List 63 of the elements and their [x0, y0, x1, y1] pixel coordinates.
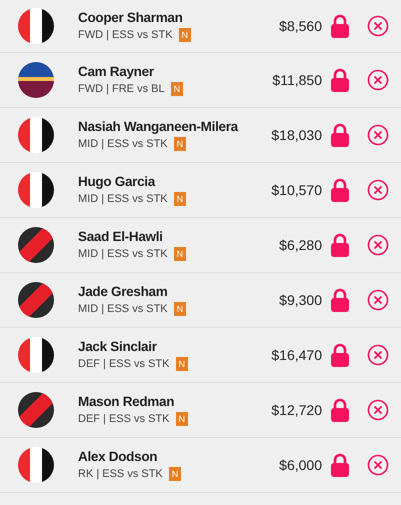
remove-button[interactable] — [367, 179, 389, 201]
guernsey-icon — [18, 282, 54, 318]
remove-button[interactable] — [367, 399, 389, 421]
player-position-fixture: MID | ESS vs STK — [78, 303, 168, 315]
status-badge: N — [174, 247, 186, 261]
player-price: $18,030 — [271, 127, 322, 143]
status-badge: N — [176, 357, 188, 371]
player-position-fixture: MID | ESS vs STK — [78, 248, 168, 260]
remove-button[interactable] — [367, 15, 389, 37]
lock-icon[interactable] — [330, 288, 350, 312]
status-badge: N — [176, 412, 188, 426]
guernsey-icon — [18, 227, 54, 263]
guernsey-icon — [18, 392, 54, 428]
player-name: Alex Dodson — [78, 449, 158, 464]
player-price: $16,470 — [271, 347, 322, 363]
lock-icon[interactable] — [330, 178, 350, 202]
player-name: Cam Rayner — [78, 64, 155, 79]
guernsey-icon — [18, 8, 54, 44]
player-price: $11,850 — [272, 72, 322, 88]
player-position-fixture: MID | ESS vs STK — [78, 193, 168, 205]
player-price: $12,720 — [271, 402, 322, 418]
player-name: Nasiah Wanganeen-Milera — [78, 119, 240, 134]
status-badge: N — [174, 192, 186, 206]
guernsey-icon — [18, 447, 54, 483]
lock-icon[interactable] — [330, 14, 350, 38]
guernsey-icon — [18, 337, 54, 373]
guernsey-icon — [18, 172, 54, 208]
lock-icon[interactable] — [330, 233, 350, 257]
player-price: $9,300 — [279, 292, 322, 308]
player-position-fixture: FWD | FRE vs BL — [78, 83, 165, 95]
lock-icon[interactable] — [330, 398, 350, 422]
player-position-fixture: RK | ESS vs STK — [78, 468, 163, 480]
player-position-fixture: DEF | ESS vs STK — [78, 358, 170, 370]
player-position-fixture: MID | ESS vs STK — [78, 138, 168, 150]
status-badge: N — [174, 137, 186, 151]
status-badge: N — [168, 467, 182, 481]
status-badge: N — [174, 302, 186, 316]
lock-icon[interactable] — [330, 123, 350, 147]
lock-icon[interactable] — [330, 343, 350, 367]
status-badge: N — [170, 82, 184, 96]
remove-button[interactable] — [367, 69, 389, 91]
remove-button[interactable] — [367, 234, 389, 256]
player-name: Jack Sinclair — [78, 339, 158, 354]
player-position-fixture: DEF | ESS vs STK — [78, 413, 170, 425]
player-price: $8,560 — [279, 18, 322, 34]
remove-button[interactable] — [367, 124, 389, 146]
player-price: $6,000 — [279, 457, 322, 473]
player-position-fixture: FWD | ESS vs STK — [78, 29, 173, 41]
status-badge: N — [178, 28, 192, 42]
lock-icon[interactable] — [330, 68, 350, 92]
remove-button[interactable] — [367, 344, 389, 366]
lock-icon[interactable] — [330, 453, 350, 477]
remove-button[interactable] — [367, 454, 389, 476]
player-name: Mason Redman — [78, 394, 176, 409]
player-name: Cooper Sharman — [78, 10, 184, 25]
player-price: $6,280 — [279, 237, 322, 253]
guernsey-icon — [18, 117, 54, 153]
player-price: $10,570 — [271, 182, 322, 198]
player-name: Jade Gresham — [78, 284, 168, 299]
remove-button[interactable] — [367, 289, 389, 311]
player-name: Hugo Garcia — [78, 174, 156, 189]
player-name: Saad El-Hawli — [78, 229, 164, 244]
guernsey-icon — [18, 62, 54, 98]
